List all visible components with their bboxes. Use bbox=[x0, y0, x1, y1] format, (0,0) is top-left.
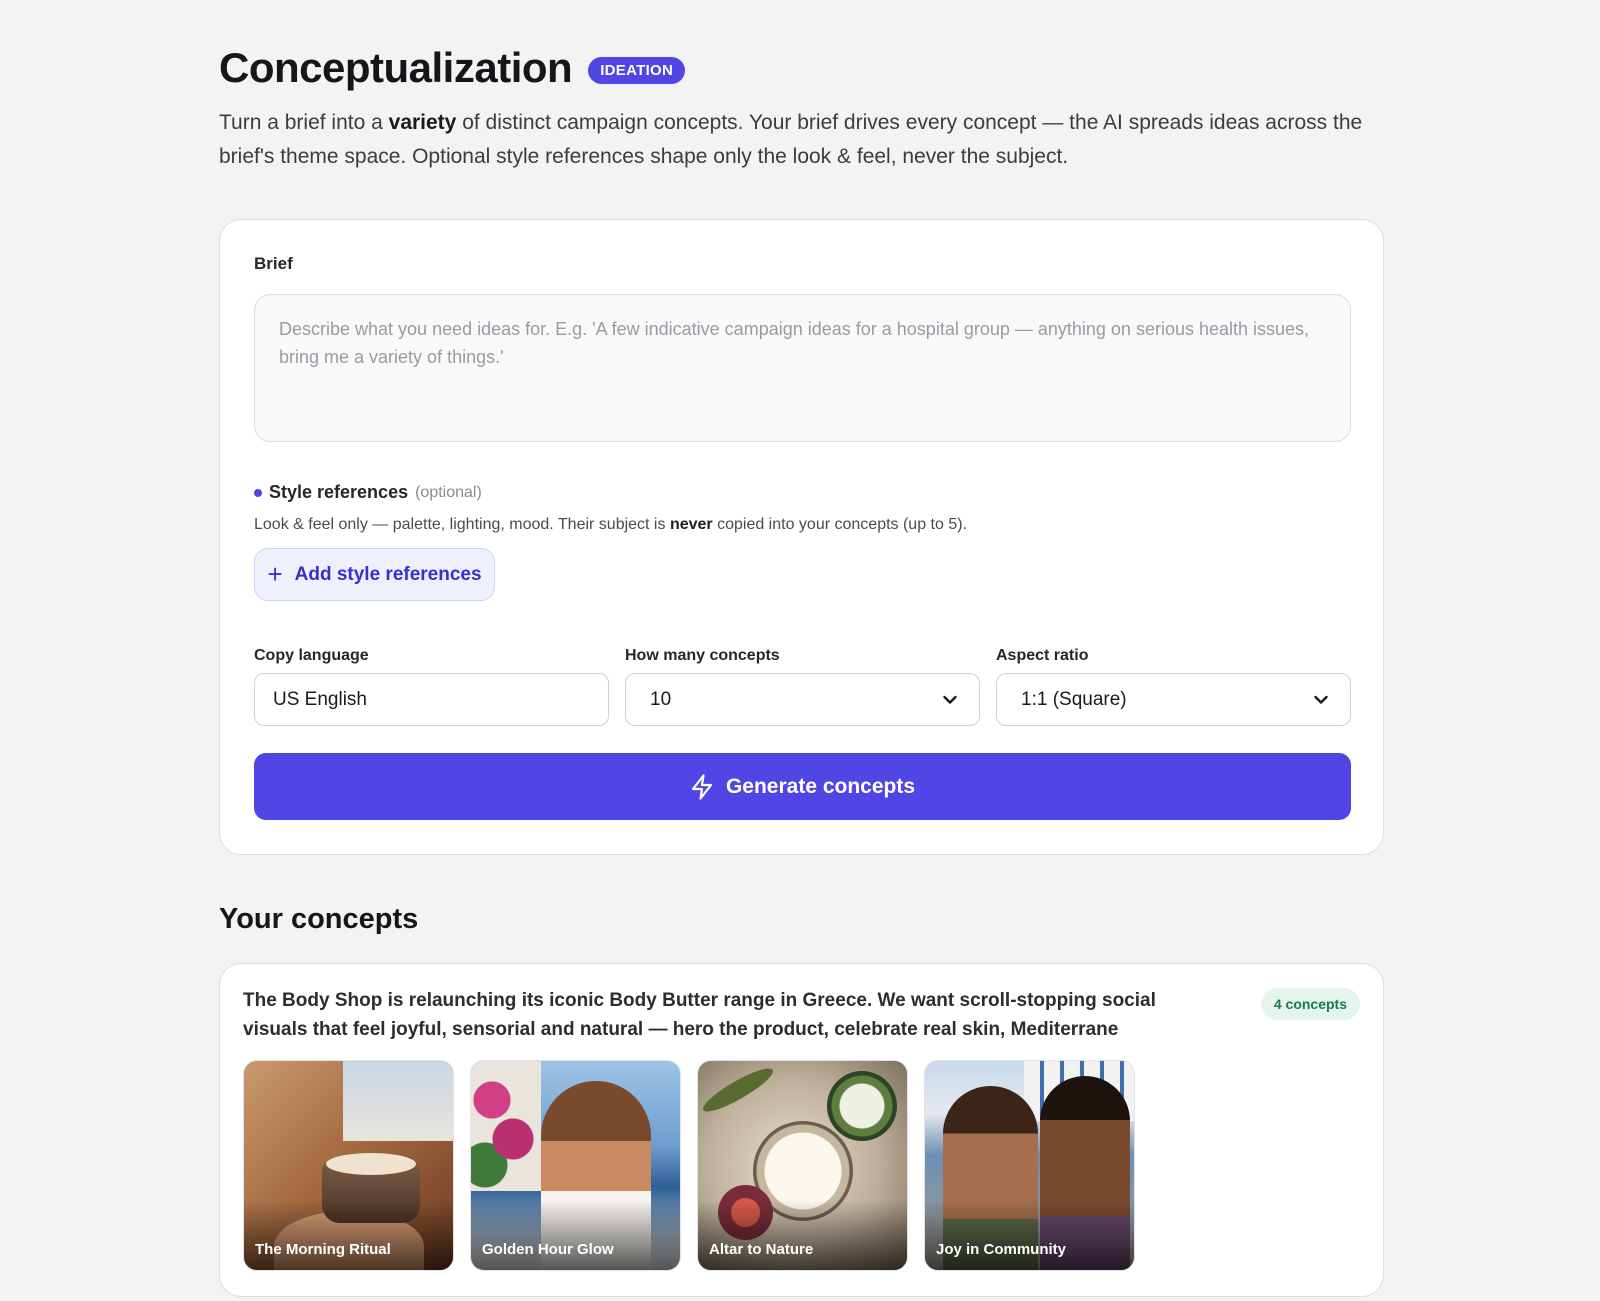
page-intro: Turn a brief into a variety of distinct … bbox=[219, 106, 1369, 174]
copy-language-input[interactable]: US English bbox=[254, 673, 609, 726]
concept-title: The Morning Ritual bbox=[255, 1241, 391, 1258]
concept-count-badge: 4 concepts bbox=[1260, 988, 1360, 1020]
add-style-references-label: Add style references bbox=[294, 563, 482, 585]
bullet-dot-icon bbox=[254, 488, 262, 497]
optional-tag: (optional) bbox=[415, 483, 482, 501]
style-references-header: Style references (optional) bbox=[254, 482, 482, 503]
concept-count-select[interactable]: 10 bbox=[625, 673, 980, 726]
brief-placeholder: Describe what you need ideas for. E.g. '… bbox=[279, 319, 1310, 367]
add-style-references-button[interactable]: + Add style references bbox=[254, 548, 495, 601]
concept-title: Joy in Community bbox=[936, 1241, 1067, 1258]
thumbnail-image-product-tin bbox=[827, 1071, 897, 1141]
copy-language-value: US English bbox=[273, 688, 367, 710]
thumbnail-gradient bbox=[471, 1200, 680, 1270]
concept-title: Altar to Nature bbox=[709, 1241, 814, 1258]
concept-thumbnail[interactable]: Joy in Community bbox=[924, 1060, 1135, 1271]
concept-form-card: Brief Describe what you need ideas for. … bbox=[219, 219, 1384, 855]
concept-count-value: 10 bbox=[650, 688, 672, 710]
concept-thumbnail[interactable]: The Morning Ritual bbox=[243, 1060, 454, 1271]
ideation-badge: IDEATION bbox=[588, 56, 686, 84]
thumbnail-gradient bbox=[244, 1200, 453, 1270]
concept-thumbnail[interactable]: Golden Hour Glow bbox=[470, 1060, 681, 1271]
brief-label: Brief bbox=[254, 254, 293, 273]
concept-group-brief: The Body Shop is relaunching its iconic … bbox=[243, 990, 1156, 1040]
aspect-ratio-label: Aspect ratio bbox=[996, 647, 1089, 664]
intro-text-emphasis: variety bbox=[388, 111, 457, 134]
thumbnail-image-background bbox=[343, 1061, 453, 1141]
style-desc-end: copied into your concepts (up to 5). bbox=[712, 516, 968, 533]
aspect-ratio-value: 1:1 (Square) bbox=[1021, 688, 1127, 710]
brief-textarea[interactable]: Describe what you need ideas for. E.g. '… bbox=[254, 294, 1351, 442]
title-row: Conceptualization IDEATION bbox=[219, 44, 686, 92]
thumbnail-gradient bbox=[925, 1200, 1134, 1270]
thumbnail-gradient bbox=[698, 1200, 907, 1270]
concept-thumbnails: The Morning Ritual Golden Hour Glow Alta… bbox=[243, 1060, 1135, 1271]
concept-group-card: The Body Shop is relaunching its iconic … bbox=[219, 963, 1384, 1297]
concept-count-label: How many concepts bbox=[625, 647, 780, 664]
copy-language-label: Copy language bbox=[254, 647, 369, 664]
aspect-ratio-select[interactable]: 1:1 (Square) bbox=[996, 673, 1351, 726]
lightning-icon bbox=[691, 773, 713, 800]
intro-text-start: Turn a brief into a bbox=[219, 111, 389, 134]
thumbnail-image-olive-branch bbox=[698, 1062, 778, 1118]
style-desc-start: Look & feel only — palette, lighting, mo… bbox=[254, 516, 670, 533]
chevron-down-icon bbox=[1314, 695, 1328, 704]
page-title: Conceptualization bbox=[219, 44, 573, 91]
style-desc-emphasis: never bbox=[669, 516, 713, 533]
generate-concepts-button[interactable]: Generate concepts bbox=[254, 753, 1351, 820]
plus-icon: + bbox=[267, 558, 283, 589]
concept-thumbnail[interactable]: Altar to Nature bbox=[697, 1060, 908, 1271]
thumbnail-image-cream bbox=[326, 1153, 416, 1175]
thumbnail-image-flowers bbox=[471, 1061, 541, 1191]
style-references-description: Look & feel only — palette, lighting, mo… bbox=[254, 516, 967, 534]
style-references-title: Style references bbox=[269, 482, 409, 502]
your-concepts-heading: Your concepts bbox=[219, 903, 419, 935]
concept-title: Golden Hour Glow bbox=[482, 1241, 614, 1258]
chevron-down-icon bbox=[943, 695, 957, 704]
generate-concepts-label: Generate concepts bbox=[725, 774, 916, 798]
